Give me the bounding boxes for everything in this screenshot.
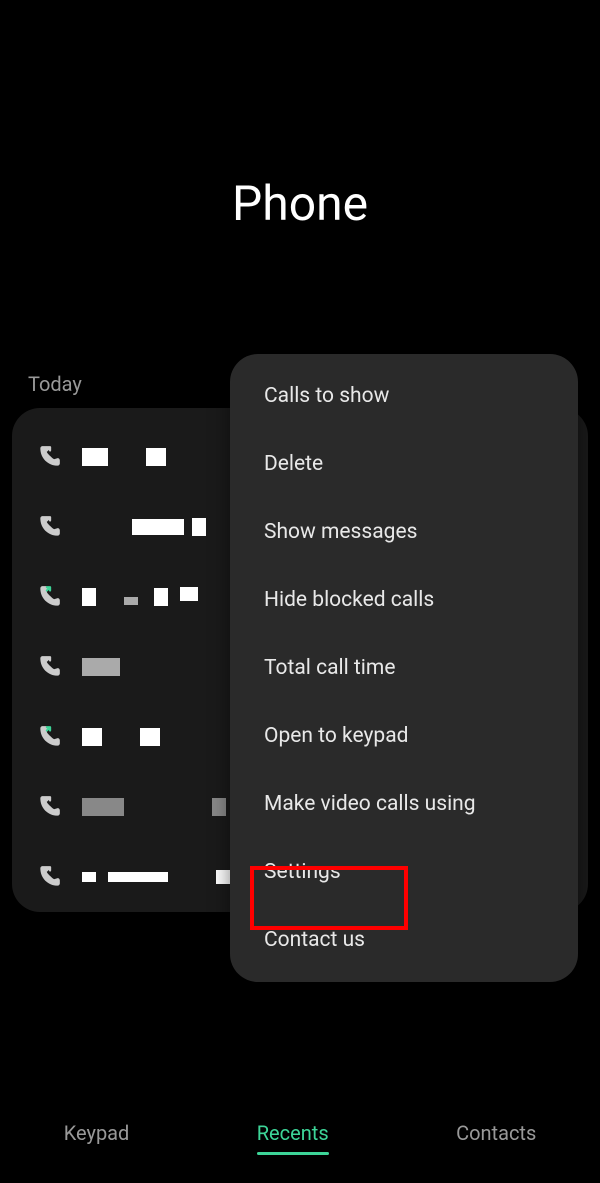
- menu-settings[interactable]: Settings: [230, 838, 578, 906]
- bottom-tab-bar: Keypad Recents Contacts: [0, 1093, 600, 1183]
- menu-make-video-calls-using[interactable]: Make video calls using: [230, 770, 578, 838]
- app-header: Phone: [0, 0, 600, 232]
- incoming-call-icon: [36, 654, 62, 680]
- incoming-call-icon: [36, 444, 62, 470]
- tab-recents[interactable]: Recents: [257, 1115, 329, 1151]
- tab-contacts[interactable]: Contacts: [456, 1115, 536, 1151]
- call-contact-redacted: [82, 588, 198, 606]
- call-contact-redacted: [82, 658, 120, 676]
- tab-keypad[interactable]: Keypad: [64, 1115, 130, 1151]
- call-contact-redacted: [132, 518, 206, 536]
- page-title: Phone: [0, 175, 600, 232]
- outgoing-call-icon: [36, 724, 62, 750]
- outgoing-call-icon: [36, 584, 62, 610]
- incoming-call-icon: [36, 794, 62, 820]
- incoming-call-icon: [36, 864, 62, 890]
- menu-show-messages[interactable]: Show messages: [230, 498, 578, 566]
- menu-hide-blocked-calls[interactable]: Hide blocked calls: [230, 566, 578, 634]
- call-contact-redacted: [82, 448, 166, 466]
- overflow-menu: Calls to show Delete Show messages Hide …: [230, 354, 578, 982]
- menu-open-to-keypad[interactable]: Open to keypad: [230, 702, 578, 770]
- menu-contact-us[interactable]: Contact us: [230, 906, 578, 974]
- menu-total-call-time[interactable]: Total call time: [230, 634, 578, 702]
- call-contact-redacted: [82, 798, 226, 816]
- menu-calls-to-show[interactable]: Calls to show: [230, 362, 578, 430]
- call-contact-redacted: [82, 728, 160, 746]
- menu-delete[interactable]: Delete: [230, 430, 578, 498]
- incoming-call-icon: [36, 514, 62, 540]
